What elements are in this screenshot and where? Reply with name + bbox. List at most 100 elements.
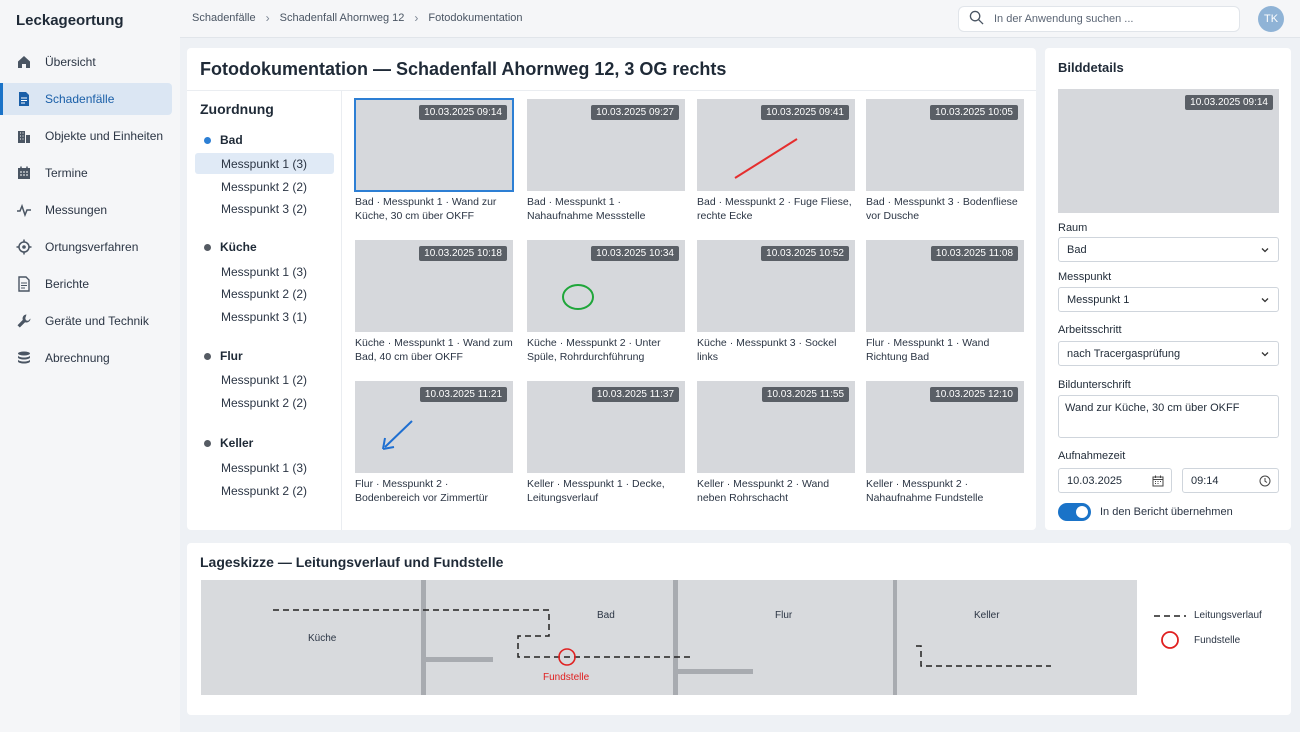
dashed-line-icon [1154, 614, 1186, 617]
group-dot-icon [204, 439, 211, 447]
photo-documentation-panel: Fotodokumentation — Schadenfall Ahornweg… [187, 48, 1036, 530]
photo-timestamp: 10.03.2025 09:14 [419, 105, 507, 120]
assignment-tree: Zuordnung Bad Messpunkt 1 (3) Messpunkt … [187, 91, 342, 530]
photo-card[interactable]: 10.03.2025 11:21 Flur · Messpunkt 2 · Bo… [355, 381, 515, 505]
assign-item-bad-mp2[interactable]: Messpunkt 2 (2) [195, 176, 334, 197]
photo-caption: Bad · Messpunkt 1 · Nahaufnahme Messstel… [527, 196, 646, 222]
legend-line: Leitungsverlauf [1154, 610, 1262, 621]
assign-item-kueche-mp2[interactable]: Messpunkt 2 (2) [195, 283, 334, 304]
assign-item-bad-mp3[interactable]: Messpunkt 3 (2) [195, 198, 334, 219]
photo-card[interactable]: 10.03.2025 10:05 Bad · Messpunkt 3 · Bod… [866, 99, 1026, 223]
avatar[interactable]: TK [1258, 6, 1284, 32]
photo-thumbnail[interactable]: 10.03.2025 11:55 [697, 381, 855, 473]
sidebar-item-uebersicht[interactable]: Übersicht [0, 46, 180, 78]
photo-card[interactable]: 10.03.2025 10:34 Küche · Messpunkt 2 · U… [527, 240, 687, 364]
search-input[interactable] [994, 13, 1224, 25]
breadcrumb: Schadenfälle › Schadenfall Ahornweg 12 ›… [192, 11, 523, 25]
group-flur[interactable]: Flur [204, 349, 243, 363]
assign-item-bad-mp1[interactable]: Messpunkt 1 (3) [195, 153, 334, 174]
photo-timestamp: 10.03.2025 10:52 [761, 246, 849, 261]
photo-card[interactable]: 10.03.2025 11:08 Flur · Messpunkt 1 · Wa… [866, 240, 1026, 364]
photo-timestamp: 10.03.2025 11:37 [591, 387, 679, 402]
sidebar-item-berichte[interactable]: Berichte [0, 268, 180, 300]
photo-caption: Bad · Messpunkt 3 · Bodenfliese vor Dusc… [866, 196, 1018, 222]
sketch-title: Lageskizze — Leitungsverlauf und Fundste… [200, 554, 504, 570]
photo-caption: Bad · Messpunkt 1 · Wand zur Küche, 30 c… [355, 196, 497, 222]
sidebar-item-termine[interactable]: Termine [0, 157, 180, 189]
sidebar-item-schadenfaelle[interactable]: Schadenfälle [0, 83, 172, 115]
photo-card[interactable]: 10.03.2025 11:55 Keller · Messpunkt 2 · … [697, 381, 857, 505]
toggle-label: In den Bericht übernehmen [1100, 506, 1233, 518]
photo-card[interactable]: 10.03.2025 09:14 Bad · Messpunkt 1 · Wan… [354, 98, 515, 223]
sidebar-item-geraete[interactable]: Geräte und Technik [0, 305, 180, 337]
room-label-keller: Keller [974, 610, 1000, 621]
detail-image-preview: 10.03.2025 09:14 [1058, 89, 1279, 213]
photo-thumbnail[interactable]: 10.03.2025 10:18 [355, 240, 513, 332]
pulse-icon [16, 202, 32, 218]
photo-card[interactable]: 10.03.2025 11:37 Keller · Messpunkt 1 · … [527, 381, 687, 505]
photo-thumbnail[interactable]: 10.03.2025 11:21 [355, 381, 513, 473]
point-select[interactable]: Messpunkt 1 [1058, 287, 1279, 312]
assign-item-keller-mp2[interactable]: Messpunkt 2 (2) [195, 480, 334, 501]
crosshair-icon [16, 239, 32, 255]
photo-timestamp: 10.03.2025 10:18 [419, 246, 507, 261]
photo-card[interactable]: 10.03.2025 12:10 Keller · Messpunkt 2 · … [866, 381, 1026, 505]
breadcrumb-item[interactable]: Schadenfälle [192, 12, 256, 24]
photo-card[interactable]: 10.03.2025 10:18 Küche · Messpunkt 1 · W… [355, 240, 515, 364]
search-box[interactable] [958, 6, 1240, 32]
photo-timestamp: 10.03.2025 11:21 [419, 387, 507, 402]
date-input[interactable]: 10.03.2025 [1058, 468, 1172, 493]
photo-card[interactable]: 10.03.2025 09:41 Bad · Messpunkt 2 · Fug… [697, 99, 857, 223]
photo-timestamp: 10.03.2025 09:14 [1185, 95, 1273, 110]
photo-thumbnail[interactable]: 10.03.2025 10:34 [527, 240, 685, 332]
include-in-report-toggle[interactable] [1058, 503, 1091, 521]
assignment-title: Zuordnung [200, 101, 274, 117]
breadcrumb-item[interactable]: Schadenfall Ahornweg 12 [280, 12, 405, 24]
photo-timestamp: 10.03.2025 11:08 [930, 246, 1018, 261]
group-bad[interactable]: Bad [204, 133, 243, 147]
sidebar-item-abrechnung[interactable]: Abrechnung [0, 342, 180, 374]
photo-thumbnail[interactable]: 10.03.2025 09:14 [354, 98, 514, 192]
group-kueche[interactable]: Küche [204, 240, 257, 254]
coins-icon [16, 350, 32, 366]
photo-caption: Keller · Messpunkt 2 · Wand neben Rohrsc… [697, 478, 830, 504]
assign-item-kueche-mp3[interactable]: Messpunkt 3 (1) [195, 306, 334, 327]
sidebar-item-objekte[interactable]: Objekte und Einheiten [0, 120, 180, 152]
group-dot-icon [204, 136, 211, 144]
sidebar-item-label: Termine [45, 166, 88, 180]
chevron-down-icon [1261, 248, 1269, 253]
time-input[interactable]: 09:14 [1182, 468, 1279, 493]
group-dot-icon [204, 352, 211, 360]
sidebar-item-label: Schadenfälle [45, 92, 115, 106]
caption-textarea[interactable]: Wand zur Küche, 30 cm über OKFF [1058, 395, 1279, 438]
sidebar-item-label: Objekte und Einheiten [45, 129, 164, 143]
photo-card[interactable]: 10.03.2025 09:27 Bad · Messpunkt 1 · Nah… [527, 99, 687, 223]
photo-caption: Keller · Messpunkt 1 · Decke, Leitungsve… [527, 478, 665, 504]
group-keller[interactable]: Keller [204, 436, 253, 450]
time-value: 09:14 [1191, 474, 1219, 487]
photo-thumbnail[interactable]: 10.03.2025 10:05 [866, 99, 1024, 191]
room-label: Raum [1058, 222, 1088, 234]
photo-caption: Küche · Messpunkt 1 · Wand zum Bad, 40 c… [355, 337, 513, 363]
photo-thumbnail[interactable]: 10.03.2025 09:27 [527, 99, 685, 191]
sidebar-item-ortungsverfahren[interactable]: Ortungsverfahren [0, 231, 180, 263]
photo-thumbnail[interactable]: 10.03.2025 10:52 [697, 240, 855, 332]
group-label: Flur [220, 349, 243, 363]
photo-thumbnail[interactable]: 10.03.2025 11:08 [866, 240, 1024, 332]
sidebar-item-messungen[interactable]: Messungen [0, 194, 180, 226]
assign-item-flur-mp1[interactable]: Messpunkt 1 (2) [195, 369, 334, 390]
photo-thumbnail[interactable]: 10.03.2025 12:10 [866, 381, 1024, 473]
assign-item-flur-mp2[interactable]: Messpunkt 2 (2) [195, 392, 334, 413]
step-select[interactable]: nach Tracergasprüfung [1058, 341, 1279, 366]
photo-caption: Keller · Messpunkt 2 · Nahaufnahme Funds… [866, 478, 984, 504]
page-title: Fotodokumentation — Schadenfall Ahornweg… [200, 59, 727, 79]
room-select[interactable]: Bad [1058, 237, 1279, 262]
photo-thumbnail[interactable]: 10.03.2025 11:37 [527, 381, 685, 473]
assign-item-keller-mp1[interactable]: Messpunkt 1 (3) [195, 457, 334, 478]
breadcrumb-item-current: Fotodokumentation [428, 12, 523, 24]
photo-caption: Küche · Messpunkt 3 · Sockel links [697, 337, 837, 363]
home-icon [16, 54, 32, 70]
assign-item-kueche-mp1[interactable]: Messpunkt 1 (3) [195, 261, 334, 282]
photo-thumbnail[interactable]: 10.03.2025 09:41 [697, 99, 855, 191]
photo-card[interactable]: 10.03.2025 10:52 Küche · Messpunkt 3 · S… [697, 240, 857, 364]
